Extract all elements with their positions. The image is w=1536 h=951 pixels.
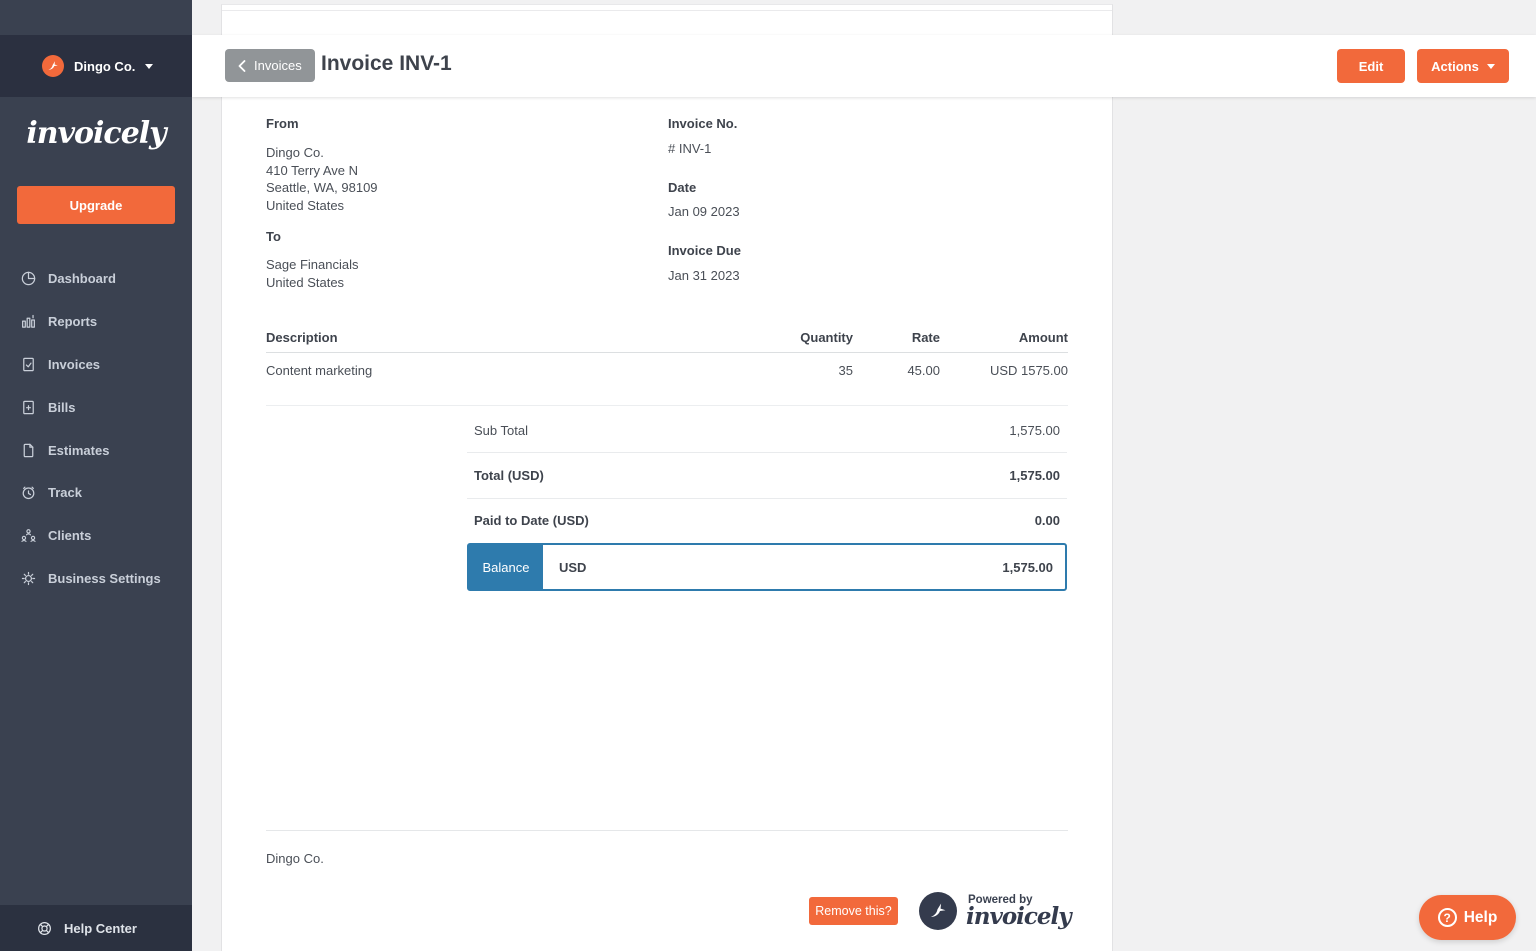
footer-divider	[266, 830, 1068, 831]
balance-badge: Balance	[469, 545, 543, 589]
table-header-divider	[266, 352, 1068, 353]
line-item-rate: 45.00	[907, 363, 940, 378]
sidebar-item-label: Bills	[48, 399, 76, 415]
back-button-label: Invoices	[254, 58, 302, 73]
total-value: 1,575.00	[1009, 468, 1060, 483]
sidebar-item-label: Track	[48, 484, 82, 500]
sidebar-item-estimates[interactable]: Estimates	[0, 435, 192, 465]
chevron-down-icon	[1486, 63, 1495, 69]
remove-branding-button[interactable]: Remove this?	[809, 897, 898, 925]
to-line: United States	[266, 274, 345, 290]
from-line: Dingo Co.	[266, 145, 324, 160]
actions-button-label: Actions	[1431, 58, 1479, 74]
paid-to-date-label: Paid to Date (USD)	[474, 513, 589, 528]
to-label: To	[266, 229, 281, 244]
page-header: Invoices Invoice INV-1 Edit Actions	[192, 35, 1536, 97]
subtotal-label: Sub Total	[474, 423, 528, 438]
line-item-description: Content marketing	[266, 363, 373, 378]
help-button[interactable]: ? Help	[1419, 895, 1516, 940]
sidebar-item-bills[interactable]: Bills	[0, 392, 192, 422]
sidebar-item-help-center[interactable]: Help Center	[0, 905, 192, 951]
people-icon	[21, 528, 36, 542]
totals-divider	[467, 452, 1067, 453]
company-logo-icon	[42, 55, 64, 77]
card-top-divider	[222, 10, 1112, 11]
invoice-no-label: Invoice No.	[668, 116, 738, 131]
invoice-due-label: Invoice Due	[668, 243, 741, 258]
column-header-amount: Amount	[1018, 330, 1068, 345]
document-check-icon	[23, 357, 34, 371]
sidebar-item-label: Dashboard	[48, 270, 116, 286]
sidebar-item-label: Clients	[48, 527, 92, 543]
table-bottom-divider	[266, 405, 1068, 406]
line-item-amount: USD 1575.00	[989, 363, 1068, 378]
line-item-quantity: 35	[838, 363, 853, 378]
balance-value: 1,575.00	[1002, 559, 1053, 575]
sidebar-item-label: Estimates	[48, 442, 110, 458]
upgrade-button[interactable]: Upgrade	[17, 186, 175, 224]
sidebar-item-label: Business Settings	[48, 570, 161, 586]
chevron-down-icon	[145, 63, 154, 69]
sidebar-item-track[interactable]: Track	[0, 477, 192, 507]
lifebuoy-icon	[38, 921, 51, 935]
to-address: Sage Financials United States	[266, 256, 359, 291]
sidebar: Dingo Co. invoicely Upgrade Dashboard Re…	[0, 0, 192, 951]
sidebar-item-clients[interactable]: Clients	[0, 520, 192, 550]
from-label: From	[266, 116, 299, 131]
sidebar-item-label: Reports	[48, 313, 98, 329]
document-icon	[23, 443, 34, 457]
clock-icon	[22, 486, 35, 499]
help-center-label: Help Center	[64, 920, 137, 936]
powered-by-brand: invoicely	[966, 903, 1072, 930]
sidebar-item-reports[interactable]: Reports	[0, 306, 192, 336]
to-line: Sage Financials	[266, 257, 359, 272]
date-label: Date	[668, 180, 697, 195]
sidebar-item-business-settings[interactable]: Business Settings	[0, 563, 192, 593]
column-header-description: Description	[266, 330, 338, 345]
account-name: Dingo Co.	[74, 58, 136, 74]
help-button-label: Help	[1463, 908, 1498, 926]
column-header-quantity: Quantity	[800, 330, 853, 345]
chevron-left-icon	[238, 59, 246, 72]
pie-chart-icon	[21, 271, 36, 285]
column-header-rate: Rate	[911, 330, 940, 345]
document-plus-icon	[23, 400, 34, 414]
back-to-invoices-button[interactable]: Invoices	[225, 49, 315, 82]
account-switcher[interactable]: Dingo Co.	[0, 35, 192, 97]
from-address: Dingo Co. 410 Terry Ave N Seattle, WA, 9…	[266, 144, 378, 214]
paid-to-date-value: 0.00	[1034, 513, 1060, 528]
date-value: Jan 09 2023	[668, 204, 740, 219]
page-title: Invoice INV-1	[321, 52, 452, 75]
edit-button[interactable]: Edit	[1337, 49, 1405, 83]
gear-icon	[21, 571, 36, 585]
balance-row: Balance USD 1,575.00	[467, 543, 1067, 591]
invoice-due-value: Jan 31 2023	[668, 268, 740, 283]
from-line: United States	[266, 197, 345, 213]
from-line: 410 Terry Ave N	[266, 162, 359, 178]
invoicely-bird-logo-icon	[919, 892, 957, 930]
sidebar-item-label: Invoices	[48, 356, 101, 372]
brand-logo: invoicely	[26, 116, 166, 151]
subtotal-value: 1,575.00	[1009, 423, 1060, 438]
from-line: Seattle, WA, 98109	[266, 180, 378, 196]
actions-button[interactable]: Actions	[1417, 49, 1509, 83]
total-label: Total (USD)	[474, 468, 544, 483]
sidebar-item-dashboard[interactable]: Dashboard	[0, 263, 192, 293]
sidebar-item-invoices[interactable]: Invoices	[0, 349, 192, 379]
invoice-no-value: # INV-1	[668, 141, 712, 156]
bar-chart-icon	[22, 314, 35, 328]
balance-currency: USD	[559, 559, 587, 575]
question-mark-icon: ?	[1437, 908, 1457, 927]
totals-divider	[467, 498, 1067, 499]
footer-company-name: Dingo Co.	[266, 851, 324, 866]
